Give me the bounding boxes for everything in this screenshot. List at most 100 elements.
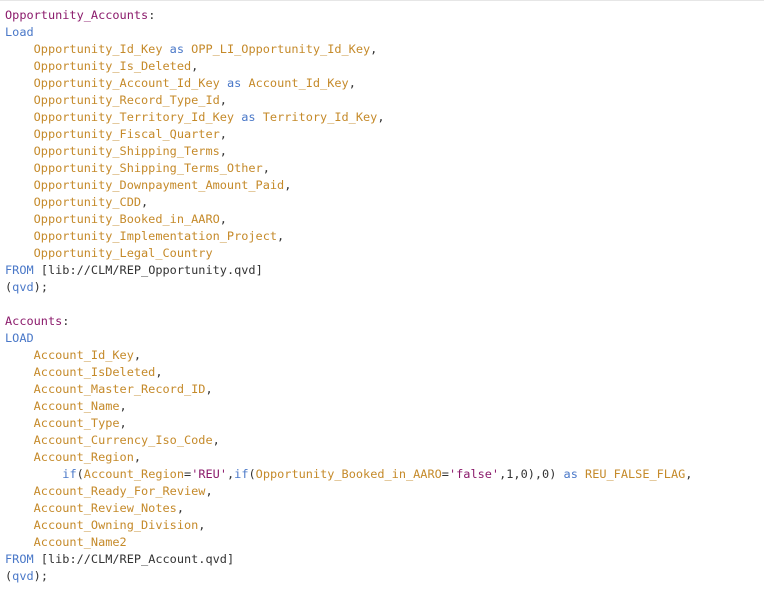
field-token: OPP_LI_Opportunity_Id_Key [191,42,371,56]
code-line: Opportunity_Downpayment_Amount_Paid, [5,177,692,194]
code-line: Opportunity_Shipping_Terms, [5,143,692,160]
punctuation-token: , [176,501,184,515]
keyword-token: LOAD [5,331,34,345]
field-token: Opportunity_Booked_in_AARO [33,212,220,226]
field-token: Account_Id_Key [33,348,134,362]
code-line: Opportunity_Territory_Id_Key as Territor… [5,109,692,126]
punctuation-token: , [205,484,213,498]
field-token: Account_Name [33,399,120,413]
code-line: Opportunity_Implementation_Project, [5,228,692,245]
field-token: Account_Name2 [33,535,127,549]
script-editor[interactable]: Opportunity_Accounts: Load Opportunity_Id… [0,0,764,603]
field-token: Opportunity_Legal_Country [33,246,213,260]
punctuation-token: , [133,348,142,362]
script-code[interactable]: Opportunity_Accounts: Load Opportunity_Id… [5,7,692,585]
code-line: Accounts: [5,313,692,330]
code-line: Account_Type, [5,415,692,432]
punctuation-token: , [133,450,142,464]
punctuation-token: , [262,161,270,175]
code-line: Account_Region, [5,449,692,466]
punctuation-token: , [198,518,206,532]
field-token: REU_FALSE_FLAG [585,467,686,481]
keyword-token: qvd [12,569,34,583]
field-token: Account_Currency_Iso_Code [33,433,213,447]
code-line: Account_Name, [5,398,692,415]
field-token: Opportunity_Booked_in_AARO [255,467,442,481]
code-line: (qvd); [5,279,692,296]
keyword-token: qvd [12,280,34,294]
field-token: Opportunity_Account_Id_Key [33,76,220,90]
field-token: Account_Owning_Division [33,518,199,532]
code-line: Account_IsDeleted, [5,364,692,381]
keyword-token: Load [5,25,34,39]
code-line: LOAD [5,330,692,347]
punctuation-token: , [191,59,199,73]
code-line: Opportunity_Legal_Country [5,245,692,262]
punctuation-token: , [219,127,227,141]
code-line: Opportunity_Id_Key as OPP_LI_Opportunity… [5,41,692,58]
punctuation-token: : [148,8,156,22]
code-line: Opportunity_Account_Id_Key as Account_Id… [5,75,692,92]
keyword-token: as [563,467,578,481]
string-literal-token: 'false' [448,467,500,481]
code-line: if(Account_Region='REU',if(Opportunity_B… [5,466,692,483]
section-label: Accounts [5,314,63,328]
code-line: Account_Name2 [5,534,692,551]
field-token: Account_Id_Key [248,76,349,90]
punctuation-token: ( [76,467,84,481]
punctuation-token: , [277,229,285,243]
code-line: (qvd); [5,568,692,585]
field-token: Account_Region [33,450,134,464]
punctuation-token: , [219,144,227,158]
field-token: Opportunity_Downpayment_Amount_Paid [33,178,285,192]
keyword-token: FROM [5,263,34,277]
code-line: FROM [lib://CLM/REP_Account.qvd] [5,551,692,568]
punctuation-token: , [205,382,213,396]
field-token: Account_Type [33,416,120,430]
code-line: Account_Currency_Iso_Code, [5,432,692,449]
code-line: Load [5,24,692,41]
file-path-token: [lib://CLM/REP_Account.qvd] [40,552,235,566]
field-token: Opportunity_Implementation_Project [33,229,278,243]
punctuation-token: : [62,314,70,328]
field-token: Opportunity_Record_Type_Id [33,93,220,107]
punctuation-token: , [685,467,693,481]
code-line: Opportunity_Accounts: [5,7,692,24]
code-line: Account_Review_Notes, [5,500,692,517]
punctuation-token: ); [33,569,48,583]
code-line: Account_Id_Key, [5,347,692,364]
function-token: if [62,467,77,481]
field-token: Opportunity_Id_Key [33,42,163,56]
field-token: Opportunity_Territory_Id_Key [33,110,235,124]
punctuation-token: , [284,178,292,192]
file-path-token: [lib://CLM/REP_Opportunity.qvd] [40,263,263,277]
punctuation-token: ); [33,280,48,294]
code-line: Opportunity_CDD, [5,194,692,211]
code-line: Account_Master_Record_ID, [5,381,692,398]
keyword-token: as [169,42,184,56]
function-token: if [234,467,249,481]
punctuation-token: , [212,433,220,447]
